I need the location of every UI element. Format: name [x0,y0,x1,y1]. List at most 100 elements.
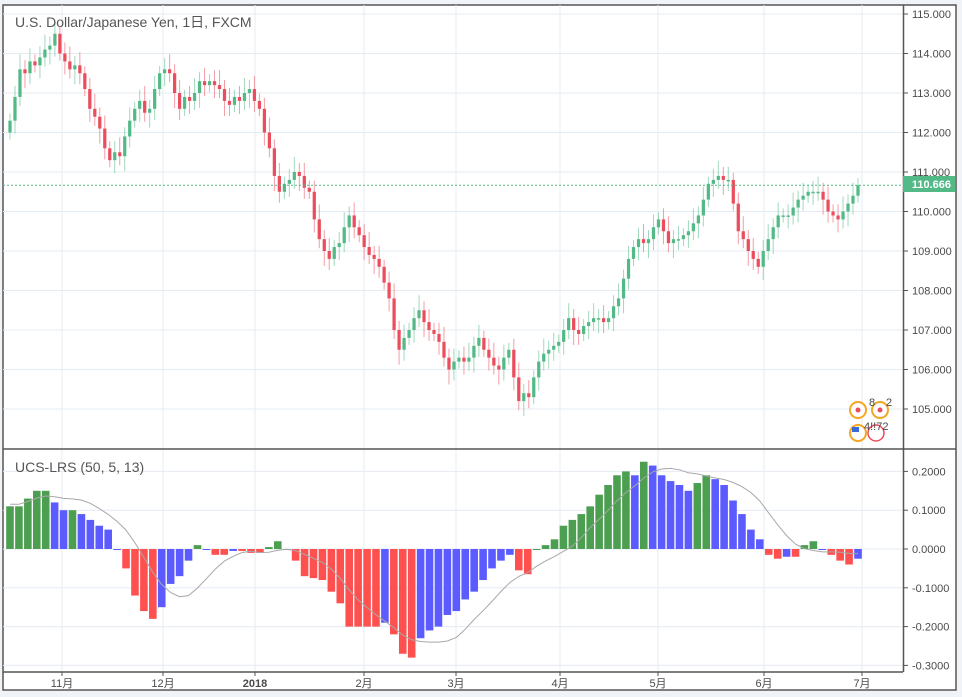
indicator-tick-label: 0.0000 [912,544,946,556]
event-count: 4!!72 [864,421,888,433]
histogram-bar [41,490,50,549]
candle-body [422,310,426,323]
japan-flag-icon [877,407,883,413]
candle-body [277,175,281,192]
histogram-bar [657,475,666,549]
candle-body [103,128,107,149]
candle-body [686,231,691,236]
candle-body [507,349,511,358]
candle-body [626,258,631,279]
histogram-bar [381,549,389,623]
histogram-bar [363,549,371,627]
candle-body [447,357,451,370]
event-count: 2 [886,397,892,409]
time-tick-label: 12月 [151,678,174,690]
candle-body [577,330,581,334]
candle-body [292,172,296,180]
candle-body [786,215,790,217]
histogram-bar [77,514,86,549]
candle-body [831,211,835,216]
candle-body [237,96,242,101]
histogram-bar [425,549,434,631]
candle-body [781,215,785,217]
histogram-bar [407,549,416,658]
candle-body [487,349,491,358]
candle-body [252,89,257,101]
histogram-bar [229,549,237,551]
candle-body [187,96,192,101]
histogram-bar [577,514,586,549]
candle-body [621,278,626,299]
candle-body [28,61,32,74]
last-price-value: 110.666 [912,179,951,191]
histogram-bar [809,541,818,549]
candle-body [357,227,361,236]
chart-canvas[interactable]: 115.000114.000113.000112.000111.000110.0… [0,0,962,697]
candle-body [73,65,77,70]
candle-body [78,65,82,74]
candle-body [153,89,157,109]
histogram-bar [309,549,318,579]
candle-body [542,353,546,362]
histogram-bar [149,549,157,619]
candle-body [267,132,272,149]
candle-body [656,219,661,228]
histogram-bar [675,484,684,549]
candle-body [148,108,152,113]
histogram-bar [122,549,130,569]
candle-body [557,341,561,346]
candle-body [327,251,331,259]
candle-body [312,191,316,220]
histogram-bar [702,475,711,549]
candle-body [412,318,416,330]
candle-body [123,136,127,157]
candle-body [297,172,301,176]
candle-body [212,81,217,86]
indicator-title: UCS-LRS (50, 5, 13) [15,459,144,475]
histogram-bar [791,549,800,557]
candle-body [821,191,825,200]
candle-body [467,357,471,362]
price-tick-label: 115.000 [912,9,951,21]
candle-body [232,96,237,105]
candle-body [242,93,247,101]
histogram-bar [711,479,719,549]
candle-body [716,175,720,180]
japan-flag-icon [855,407,861,413]
candle-body [646,239,651,244]
histogram-bar [845,549,853,565]
candle-body [457,357,461,362]
candle-body [766,239,770,251]
histogram-bar [738,514,746,549]
candle-body [776,215,780,228]
candle-body [751,251,755,259]
candle-body [207,81,212,86]
histogram-bar [541,545,550,549]
time-tick-label: 2月 [355,678,372,690]
candle-body [592,318,596,323]
candle-body [836,215,840,220]
histogram-bar [354,549,362,627]
candle-body [721,175,725,180]
candle-body [182,96,187,109]
histogram-bar [157,549,166,608]
candle-body [367,247,371,255]
histogram-bar [622,471,630,549]
candle-body [93,108,97,117]
candle-body [562,330,566,342]
candle-body [33,61,37,66]
histogram-bar [764,549,773,555]
candle-body [452,361,456,370]
candle-body [442,341,446,358]
price-tick-label: 109.000 [912,246,952,258]
candle-body [287,179,291,184]
candle-body [746,239,750,251]
candle-body [143,100,147,113]
histogram-bar [68,510,77,549]
histogram-bar [747,529,755,549]
candle-body [522,393,526,402]
histogram-bar [202,549,211,550]
candle-body [552,345,556,350]
price-tick-label: 113.000 [912,88,951,100]
candle-body [616,298,621,307]
